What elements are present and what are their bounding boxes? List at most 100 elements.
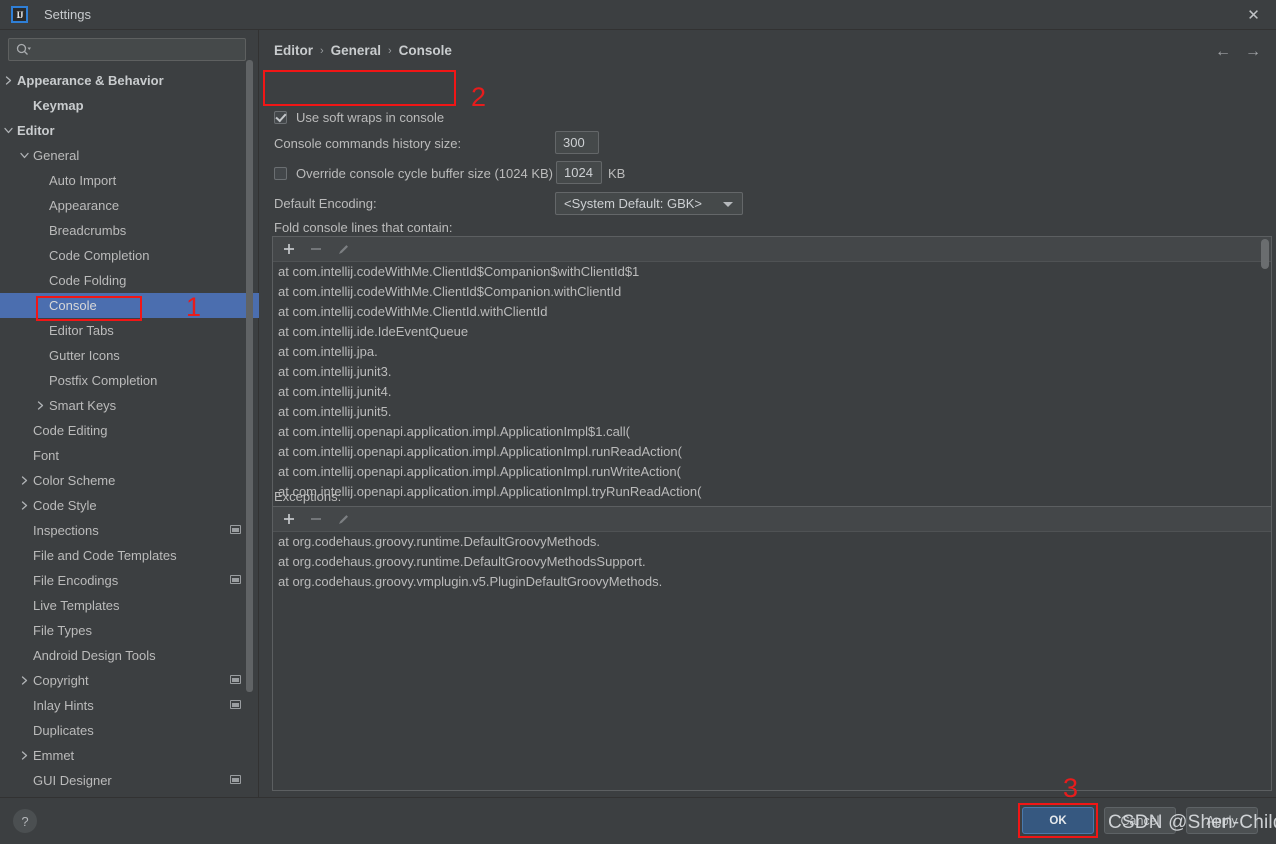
sidebar-item-label: GUI Designer (33, 773, 112, 788)
sidebar-item-editor-tabs[interactable]: Editor Tabs (0, 318, 259, 343)
exceptions-toolbar (273, 507, 1271, 532)
remove-icon (310, 513, 322, 525)
sidebar-item-general[interactable]: General (0, 143, 259, 168)
nav-back-icon[interactable]: ← (1212, 42, 1234, 62)
list-item[interactable]: at org.codehaus.groovy.runtime.DefaultGr… (273, 552, 1271, 572)
sidebar-item-label: Code Completion (49, 248, 150, 263)
nav-forward-icon[interactable]: → (1242, 42, 1264, 62)
chevron-right-icon[interactable] (3, 75, 14, 86)
close-icon[interactable]: ✕ (1231, 0, 1276, 29)
sidebar-item-file-encodings[interactable]: File Encodings (0, 568, 259, 593)
sidebar-item-emmet[interactable]: Emmet (0, 743, 259, 768)
sidebar-item-copyright[interactable]: Copyright (0, 668, 259, 693)
sidebar-item-color-scheme[interactable]: Color Scheme (0, 468, 259, 493)
sidebar-item-file-types[interactable]: File Types (0, 618, 259, 643)
chevron-right-icon[interactable] (19, 750, 30, 761)
sidebar-item-file-and-code-templates[interactable]: File and Code Templates (0, 543, 259, 568)
add-icon[interactable] (283, 243, 295, 255)
sidebar-item-label: Code Folding (49, 273, 127, 288)
list-item[interactable]: at com.intellij.openapi.application.impl… (273, 462, 1271, 482)
sidebar-item-inspections[interactable]: Inspections (0, 518, 259, 543)
list-item[interactable]: at com.intellij.codeWithMe.ClientId$Comp… (273, 282, 1271, 302)
fold-lines-list[interactable]: at com.intellij.codeWithMe.ClientId$Comp… (273, 262, 1271, 511)
dialog-footer: ? OK Cancel Apply (0, 797, 1276, 844)
pencil-icon (337, 513, 350, 526)
chevron-right-icon[interactable] (19, 475, 30, 486)
project-scope-icon (230, 775, 241, 784)
sidebar-item-label: Duplicates (33, 723, 94, 738)
list-item[interactable]: at com.intellij.codeWithMe.ClientId.with… (273, 302, 1271, 322)
sidebar-item-label: Console (49, 298, 97, 313)
sidebar-item-postfix-completion[interactable]: Postfix Completion (0, 368, 259, 393)
sidebar-item-appearance[interactable]: Appearance (0, 193, 259, 218)
sidebar-item-label: Color Scheme (33, 473, 116, 488)
breadcrumb-item-editor[interactable]: Editor (274, 43, 313, 58)
apply-button[interactable]: Apply (1186, 807, 1258, 834)
search-input[interactable] (31, 42, 245, 57)
default-encoding-select[interactable]: <System Default: GBK> (555, 192, 743, 215)
sidebar-item-code-folding[interactable]: Code Folding (0, 268, 259, 293)
list-item[interactable]: at com.intellij.ide.IdeEventQueue (273, 322, 1271, 342)
list-item[interactable]: at com.intellij.junit3. (273, 362, 1271, 382)
ok-button[interactable]: OK (1022, 807, 1094, 834)
title-bar: IJ Settings ✕ (0, 0, 1276, 30)
sidebar-item-console[interactable]: Console (0, 293, 259, 318)
cancel-button[interactable]: Cancel (1104, 807, 1176, 834)
add-icon[interactable] (283, 513, 295, 525)
exceptions-label: Exceptions: (274, 489, 342, 504)
sidebar-item-appearance-behavior[interactable]: Appearance & Behavior (0, 68, 259, 93)
cycle-buffer-row: Override console cycle buffer size (1024… (274, 166, 553, 181)
sidebar-item-inlay-hints[interactable]: Inlay Hints (0, 693, 259, 718)
sidebar-item-duplicates[interactable]: Duplicates (0, 718, 259, 743)
chevron-down-icon[interactable] (19, 150, 30, 161)
project-scope-icon (230, 700, 241, 709)
sidebar-item-label: Android Design Tools (33, 648, 156, 663)
list-item[interactable]: at com.intellij.junit4. (273, 382, 1271, 402)
sidebar-item-label: Appearance (49, 198, 120, 213)
sidebar-item-android-design-tools[interactable]: Android Design Tools (0, 643, 259, 668)
sidebar-item-gui-designer[interactable]: GUI Designer (0, 768, 259, 793)
chevron-right-icon[interactable] (19, 675, 30, 686)
sidebar-item-live-templates[interactable]: Live Templates (0, 593, 259, 618)
search-box[interactable] (8, 38, 246, 61)
sidebar-item-font[interactable]: Font (0, 443, 259, 468)
sidebar-item-label: Postfix Completion (49, 373, 158, 388)
list-item[interactable]: at org.codehaus.groovy.runtime.DefaultGr… (273, 532, 1271, 552)
override-cycle-buffer-checkbox[interactable] (274, 167, 287, 180)
chevron-right-icon[interactable] (35, 400, 46, 411)
sidebar-item-label: File Types (33, 623, 93, 638)
list-item[interactable]: at org.codehaus.groovy.vmplugin.v5.Plugi… (273, 572, 1271, 592)
breadcrumb-item-console: Console (398, 43, 452, 58)
exceptions-list[interactable]: at org.codehaus.groovy.runtime.DefaultGr… (273, 532, 1271, 790)
sidebar-item-auto-import[interactable]: Auto Import (0, 168, 259, 193)
history-size-input[interactable] (555, 131, 599, 154)
sidebar-item-editor[interactable]: Editor (0, 118, 259, 143)
sidebar-item-gutter-icons[interactable]: Gutter Icons (0, 343, 259, 368)
settings-dialog: IJ Settings ✕ Appearance & Behavior Keyma… (0, 0, 1276, 844)
list-item[interactable]: at com.intellij.openapi.application.impl… (273, 482, 1271, 502)
list-item[interactable]: at com.intellij.jpa. (273, 342, 1271, 362)
sidebar-item-smart-keys[interactable]: Smart Keys (0, 393, 259, 418)
sidebar-item-code-editing[interactable]: Code Editing (0, 418, 259, 443)
breadcrumb: Editor › General › Console (274, 43, 452, 58)
use-soft-wraps-checkbox[interactable] (274, 111, 287, 124)
chevron-right-icon[interactable] (19, 500, 30, 511)
fold-lines-scrollbar[interactable] (1261, 239, 1269, 269)
list-item[interactable]: at com.intellij.openapi.application.impl… (273, 442, 1271, 462)
cycle-buffer-input[interactable] (556, 161, 602, 184)
list-item[interactable]: at com.intellij.junit5. (273, 402, 1271, 422)
project-scope-icon (230, 525, 241, 534)
help-icon[interactable]: ? (13, 809, 37, 833)
sidebar-item-label: Editor Tabs (49, 323, 114, 338)
sidebar-item-code-completion[interactable]: Code Completion (0, 243, 259, 268)
sidebar-scrollbar[interactable] (246, 60, 253, 692)
sidebar-item-keymap[interactable]: Keymap (0, 93, 259, 118)
sidebar-item-label: Editor (17, 123, 55, 138)
breadcrumb-item-general[interactable]: General (331, 43, 381, 58)
settings-content: Editor › General › Console ← → Use soft … (260, 30, 1276, 797)
list-item[interactable]: at com.intellij.openapi.application.impl… (273, 422, 1271, 442)
chevron-down-icon[interactable] (3, 125, 14, 136)
sidebar-item-breadcrumbs[interactable]: Breadcrumbs (0, 218, 259, 243)
list-item[interactable]: at com.intellij.codeWithMe.ClientId$Comp… (273, 262, 1271, 282)
sidebar-item-code-style[interactable]: Code Style (0, 493, 259, 518)
